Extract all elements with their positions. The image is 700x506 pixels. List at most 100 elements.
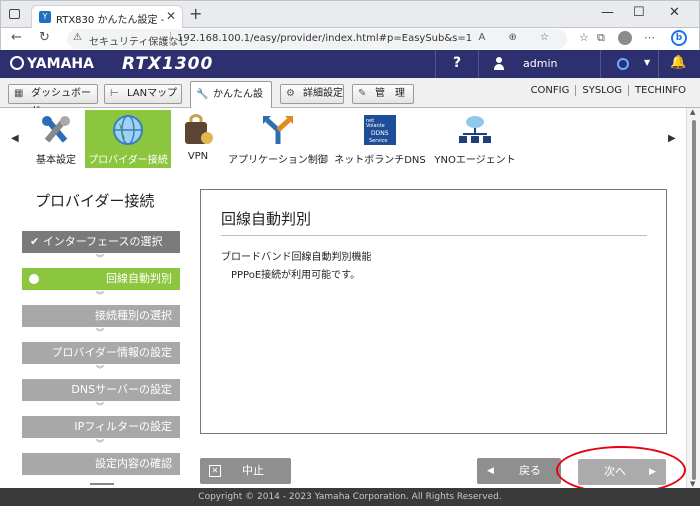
step-dns-server: DNSサーバーの設定: [22, 379, 180, 401]
tab-dashboard[interactable]: ▦ ダッシュボード: [8, 84, 98, 117]
dashboard-icon: ▦: [14, 88, 24, 99]
address-toolbar: ← ↻ ⚠ セキュリティ保護なし 192.168.100.1/easy/prov…: [0, 28, 700, 50]
tab-label: 管 理: [375, 88, 405, 99]
new-tab-icon[interactable]: +: [189, 4, 202, 23]
more-menu-icon[interactable]: ⋯: [644, 31, 655, 44]
window-close-icon[interactable]: ✕: [669, 5, 680, 20]
scroll-right-icon[interactable]: ▶: [668, 133, 676, 144]
scroll-indicator: [90, 483, 114, 485]
address-field[interactable]: ⚠ セキュリティ保護なし 192.168.100.1/easy/provider…: [67, 29, 567, 49]
panel-title: 回線自動判別: [221, 210, 312, 228]
wizard-application-control[interactable]: アプリケーション制御: [228, 110, 328, 168]
wizard-provider-connection[interactable]: プロバイダー接続: [85, 110, 171, 168]
security-status[interactable]: セキュリティ保護なし: [89, 33, 188, 48]
syslog-link[interactable]: SYSLOG: [575, 85, 629, 96]
techinfo-link[interactable]: TECHINFO: [628, 85, 692, 96]
chevron-down-icon[interactable]: ▼: [644, 58, 650, 67]
tab-close-icon[interactable]: ✕: [166, 9, 176, 23]
address-separator: [170, 32, 171, 46]
tab-management[interactable]: ✎ 管 理: [352, 84, 414, 104]
panel-divider: [221, 235, 647, 236]
cancel-label: 中止: [242, 464, 264, 477]
ddns-icon-text: DDNS: [371, 130, 389, 137]
tab-lan-map[interactable]: ⊢ LANマップ: [104, 84, 182, 104]
step-ip-filter: IPフィルターの設定: [22, 416, 180, 438]
vpn-lock-icon: [185, 114, 213, 144]
scroll-left-icon[interactable]: ◀: [11, 133, 19, 144]
tab-easy-setup[interactable]: 🔧 かんたん設定: [190, 81, 272, 125]
scroll-down-icon[interactable]: ▼: [690, 480, 695, 488]
step-chevron-icon: ︾: [96, 402, 104, 411]
tab-title: RTX830 かんたん設定 - プロバイダー接: [56, 15, 166, 26]
config-link[interactable]: CONFIG: [525, 85, 576, 96]
detection-result-panel: 回線自動判別 ブロードバンド回線自動判別機能 PPPoE接続が利用可能です。: [200, 189, 667, 434]
step-label: 回線自動判別: [106, 272, 172, 285]
tab-label: 詳細設定: [303, 88, 343, 99]
notification-bell-icon[interactable]: 🔔: [670, 55, 686, 70]
brand-name: YAMAHA: [27, 56, 94, 72]
browser-tab-bar: Y RTX830 かんたん設定 - プロバイダー接 ✕ + — ☐ ✕: [0, 0, 700, 29]
wizard-basic-settings[interactable]: 基本設定: [28, 110, 84, 168]
detection-feature-label: ブロードバンド回線自動判別機能: [221, 252, 372, 263]
wizard-label: 基本設定: [36, 155, 76, 166]
header-divider: [658, 50, 659, 78]
traffic-arrows-icon: [263, 116, 293, 144]
site-favicon-icon: Y: [39, 11, 51, 23]
back-arrow-icon[interactable]: ←: [11, 30, 22, 45]
main-navigation: ▦ ダッシュボード ⊢ LANマップ 🔧 かんたん設定 ⚙ 詳細設定 ✎ 管 理…: [0, 78, 700, 125]
globe-icon: [113, 115, 143, 145]
reload-icon[interactable]: ↻: [39, 30, 50, 45]
scroll-up-icon[interactable]: ▲: [690, 108, 695, 116]
triangle-left-icon: ◀: [487, 466, 494, 476]
step-provider-info: プロバイダー情報の設定: [22, 342, 180, 364]
url-text[interactable]: 192.168.100.1/easy/provider/index.html#p…: [177, 33, 472, 44]
page-footer: Copyright © 2014 - 2023 Yamaha Corporati…: [0, 488, 700, 506]
profile-avatar[interactable]: [618, 31, 632, 45]
scrollbar-thumb[interactable]: [692, 120, 696, 480]
maximize-icon[interactable]: ☐: [633, 5, 645, 20]
wizard-label: VPN: [187, 151, 209, 162]
warning-icon: ⚠: [73, 32, 82, 43]
ddns-icon-text: Service: [369, 138, 387, 144]
window-menu-icon[interactable]: [9, 9, 20, 19]
wizard-vpn[interactable]: VPN: [176, 110, 220, 168]
tools-icon: [42, 116, 70, 143]
copilot-icon[interactable]: b: [671, 30, 687, 46]
wizard-label: ネットボランチDNS: [334, 155, 426, 166]
cancel-button[interactable]: ✕ 中止: [200, 458, 291, 484]
header-divider: [478, 50, 479, 78]
page-scrollbar[interactable]: ▲ ▼: [686, 108, 700, 488]
tab-advanced-settings[interactable]: ⚙ 詳細設定: [280, 84, 344, 104]
back-label: 戻る: [519, 464, 541, 477]
router-header: YAMAHA RTX1300 ? admin ▼ 🔔: [0, 50, 700, 78]
step-chevron-icon: ︾: [96, 291, 104, 300]
steps-title: プロバイダー接続: [35, 192, 155, 210]
gear-icon: ⚙: [286, 88, 295, 99]
lan-map-icon: ⊢: [110, 88, 119, 99]
collections-icon[interactable]: ⧉: [597, 31, 605, 45]
yamaha-logo: YAMAHA: [10, 56, 94, 72]
step-chevron-icon: ︾: [96, 254, 104, 263]
back-button[interactable]: ◀ 戻る: [477, 458, 561, 484]
ddns-service-icon: net Volante DDNS Service: [364, 115, 396, 145]
username[interactable]: admin: [523, 57, 557, 70]
step-line-detection: 回線自動判別: [22, 268, 180, 290]
model-name: RTX1300: [122, 54, 214, 74]
favorites-icon[interactable]: ☆: [579, 31, 589, 44]
wizard-netvolante-dns[interactable]: net Volante DDNS Service ネットボランチDNS: [334, 110, 426, 168]
minimize-icon[interactable]: —: [601, 5, 614, 20]
address-tools-icons[interactable]: A ⊕ ☆: [478, 32, 559, 43]
help-button[interactable]: ?: [453, 55, 461, 71]
step-label: 接続種別の選択: [95, 309, 172, 322]
wizard-yno-agent[interactable]: YNOエージェント: [432, 110, 518, 168]
step-chevron-icon: ︾: [96, 439, 104, 448]
tab-label: LANマップ: [127, 88, 178, 99]
step-chevron-icon: ︾: [96, 328, 104, 337]
browser-tab[interactable]: Y RTX830 かんたん設定 - プロバイダー接 ✕: [31, 5, 183, 29]
tuning-fork-icon: [10, 56, 24, 70]
header-divider: [435, 50, 436, 78]
cancel-icon: ✕: [209, 465, 221, 477]
step-label: IPフィルターの設定: [74, 420, 172, 433]
utility-links: CONFIG SYSLOG TECHINFO: [525, 85, 692, 96]
status-indicator-icon[interactable]: [617, 58, 629, 70]
